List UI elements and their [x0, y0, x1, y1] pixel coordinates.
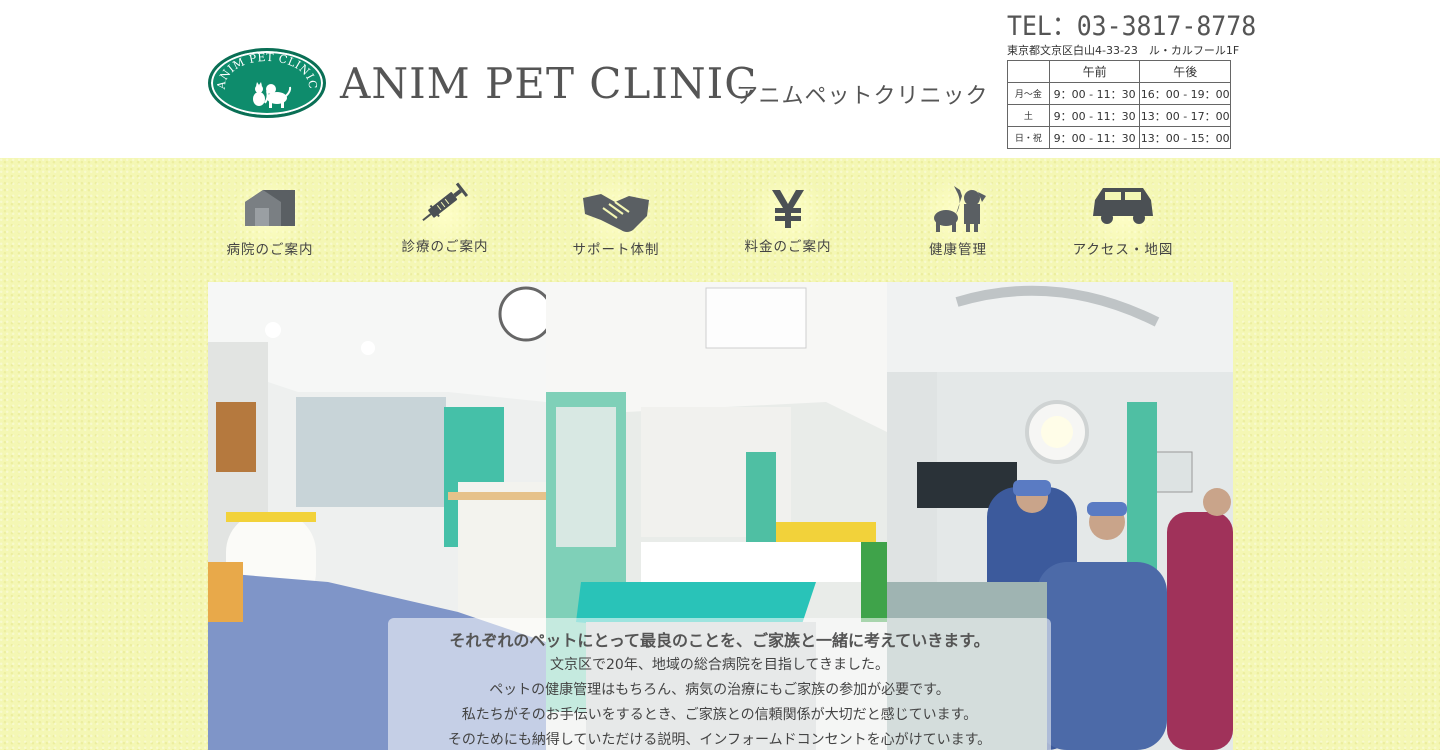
hours-col-am: 午前: [1048, 60, 1141, 83]
nav-treatment-info[interactable]: 診療のご案内: [385, 172, 505, 272]
hero-line: 私たちがそのお手伝いをするとき、ご家族との信頼関係が大切だと感じています。: [461, 707, 978, 723]
hours-pm: 16：00 - 19：00: [1139, 82, 1231, 105]
nav-label: 健康管理: [929, 242, 987, 258]
hours-pm: 13：00 - 17：00: [1139, 104, 1231, 127]
hours-am: 9：00 - 11：30: [1048, 126, 1141, 149]
hours-header-row: 午前 午後: [1007, 60, 1231, 83]
hours-day: 月～金: [1007, 82, 1050, 105]
pets-icon: [934, 186, 986, 232]
car-icon: [1093, 188, 1153, 224]
clinic-logo[interactable]: ANIM PET CLINIC: [208, 48, 326, 118]
hero-lead: それぞれのペットにとって最良のことを、ご家族と一緒に考えていきます。: [449, 631, 990, 650]
site-title: ANIM PET CLINIC: [340, 59, 758, 108]
nav-label: サポート体制: [572, 242, 660, 258]
hours-corner: [1007, 60, 1050, 83]
svg-text:ANIM PET CLINIC: ANIM PET CLINIC: [215, 51, 320, 91]
nav-label: アクセス・地図: [1072, 242, 1174, 258]
site-header: ANIM PET CLINIC ANIM PET CLINIC アニムペットクリ…: [0, 0, 1440, 158]
nav-support[interactable]: サポート体制: [556, 172, 676, 272]
nav-label: 病院のご案内: [226, 242, 314, 258]
hours-pm: 13：00 - 15：00: [1139, 126, 1231, 149]
nav-label: 料金のご案内: [744, 239, 832, 255]
hero-line: 文京区で20年、地域の総合病院を目指してきました。: [550, 657, 889, 673]
cat-dog-icon: [253, 82, 292, 108]
hours-day: 土: [1007, 104, 1050, 127]
hours-col-pm: 午後: [1139, 60, 1231, 83]
global-nav: 病院のご案内 診療のご案内 サポート体制 料金のご案内 健康管理 アクセス・地図: [208, 172, 1233, 272]
hours-row: 日・祝 9：00 - 11：30 13：00 - 15：00: [1007, 126, 1231, 149]
address: 東京都文京区白山4-33-23 ル・カルフール1F: [1007, 44, 1240, 57]
nav-label: 診療のご案内: [401, 239, 489, 255]
nav-health-care[interactable]: 健康管理: [898, 172, 1018, 272]
main-content: 病院のご案内 診療のご案内 サポート体制 料金のご案内 健康管理 アクセス・地図…: [0, 158, 1440, 750]
yen-icon: [772, 190, 804, 228]
syringe-icon: [422, 182, 469, 222]
nav-hospital-info[interactable]: 病院のご案内: [210, 172, 330, 272]
house-icon: [245, 190, 295, 226]
hours-am: 9：00 - 11：30: [1048, 82, 1141, 105]
hours-row: 土 9：00 - 11：30 13：00 - 17：00: [1007, 104, 1231, 127]
nav-fees[interactable]: 料金のご案内: [728, 172, 848, 272]
hero-banner: それぞれのペットにとって最良のことを、ご家族と一緒に考えていきます。 文京区で2…: [208, 282, 1233, 750]
nav-access-map[interactable]: アクセス・地図: [1063, 172, 1183, 272]
hero-message: それぞれのペットにとって最良のことを、ご家族と一緒に考えていきます。 文京区で2…: [388, 618, 1051, 750]
hours-day: 日・祝: [1007, 126, 1050, 149]
site-title-kana: アニムペットクリニック: [736, 84, 989, 109]
phone-number[interactable]: TEL：03-3817-8778: [1007, 4, 1256, 43]
hours-row: 月～金 9：00 - 11：30 16：00 - 19：00: [1007, 82, 1231, 105]
handshake-icon: [583, 194, 649, 232]
hero-line: そのためにも納得していただける説明、インフォームドコンセントを心がけています。: [447, 732, 992, 748]
hours-table: 午前 午後 月～金 9：00 - 11：30 16：00 - 19：00 土 9…: [1007, 60, 1231, 149]
hours-am: 9：00 - 11：30: [1048, 104, 1141, 127]
hero-line: ペットの健康管理はもちろん、病気の治療にもご家族の参加が必要です。: [489, 682, 950, 698]
